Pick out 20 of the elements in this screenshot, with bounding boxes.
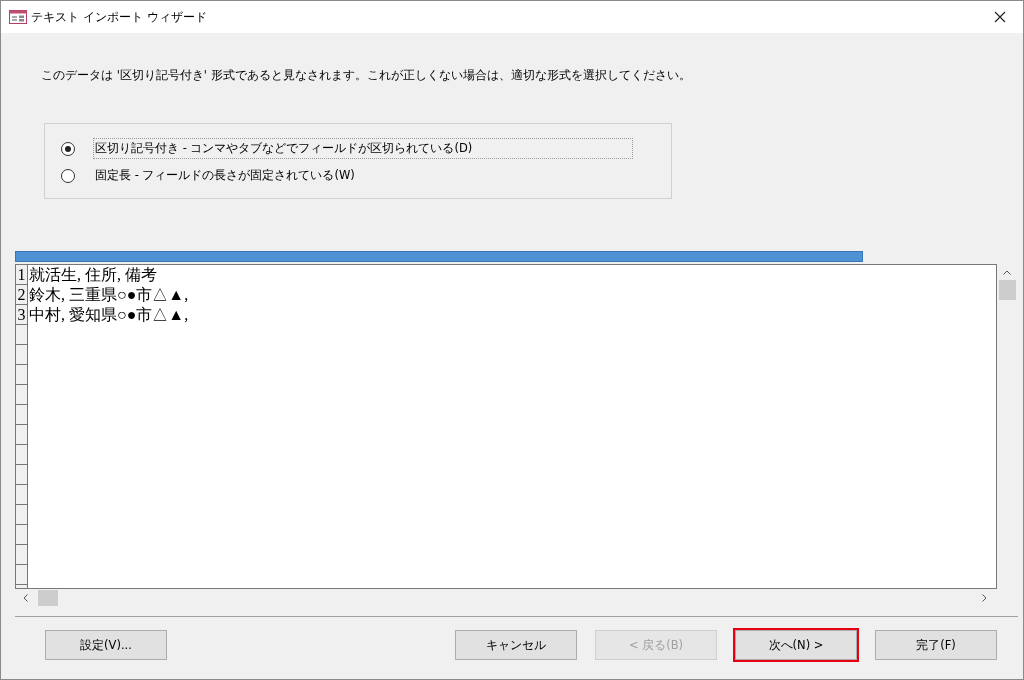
instruction-text: このデータは '区切り記号付き' 形式であると見なされます。これが正しくない場合は、適切な形式を選択してください。 bbox=[41, 68, 692, 83]
preview-line: 中村, 愛知県○●市△▲, bbox=[28, 305, 189, 325]
scroll-thumb[interactable] bbox=[38, 590, 58, 606]
line-number: 1 bbox=[16, 265, 28, 285]
window-title: テキスト インポート ウィザード bbox=[31, 8, 207, 26]
radio-label[interactable]: 区切り記号付き - コンマやタブなどでフィールドが区切られている(D) bbox=[93, 138, 633, 159]
radio-button[interactable] bbox=[61, 168, 75, 183]
radio-button[interactable] bbox=[61, 141, 75, 156]
line-number: 2 bbox=[16, 285, 28, 305]
scroll-thumb[interactable] bbox=[998, 280, 1016, 300]
dialog-button[interactable]: キャンセル bbox=[455, 630, 577, 660]
dialog-button[interactable]: 次へ(N) > bbox=[735, 630, 857, 660]
dialog-button[interactable]: 設定(V)... bbox=[45, 630, 167, 660]
preview-line: 鈴木, 三重県○●市△▲, bbox=[28, 285, 189, 305]
line-number: 3 bbox=[16, 305, 28, 325]
dialog-button[interactable]: 完了(F) bbox=[875, 630, 997, 660]
radio-label[interactable]: 固定長 - フィールドの長さが固定されている(W) bbox=[93, 165, 357, 186]
preview-line: 就活生, 住所, 備考 bbox=[28, 265, 157, 285]
close-icon bbox=[994, 11, 1006, 23]
table-icon bbox=[9, 10, 27, 24]
